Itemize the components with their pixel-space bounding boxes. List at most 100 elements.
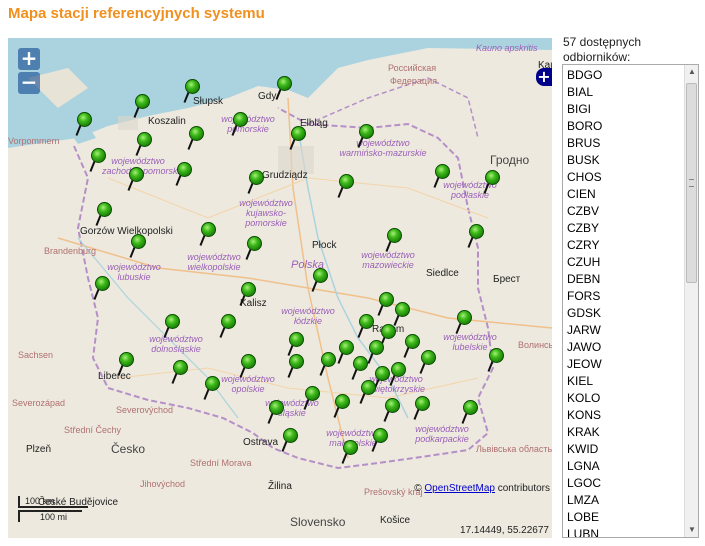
station-list-item[interactable]: CZBV (563, 203, 685, 220)
station-marker[interactable] (467, 224, 485, 248)
station-list-item[interactable]: BIGI (563, 101, 685, 118)
station-marker[interactable] (287, 332, 305, 356)
station-marker[interactable] (287, 354, 305, 378)
station-list-item[interactable]: CZBY (563, 220, 685, 237)
zoom-out-button[interactable]: − (18, 72, 40, 94)
station-marker[interactable] (367, 340, 385, 364)
station-marker[interactable] (303, 386, 321, 410)
station-marker[interactable] (289, 126, 307, 150)
station-marker[interactable] (163, 314, 181, 338)
station-marker[interactable] (461, 400, 479, 424)
station-marker[interactable] (281, 428, 299, 452)
station-marker[interactable] (203, 376, 221, 400)
station-list-item[interactable]: JEOW (563, 356, 685, 373)
station-list-item[interactable]: BRUS (563, 135, 685, 152)
station-marker[interactable] (239, 282, 257, 306)
station-marker[interactable] (171, 360, 189, 384)
station-marker[interactable] (133, 94, 151, 118)
station-marker[interactable] (341, 440, 359, 464)
osm-link[interactable]: OpenStreetMap (424, 483, 495, 494)
station-marker[interactable] (357, 314, 375, 338)
station-marker[interactable] (95, 202, 113, 226)
station-list-item[interactable]: DEBN (563, 271, 685, 288)
station-list-item[interactable]: BORO (563, 118, 685, 135)
station-marker[interactable] (419, 350, 437, 374)
station-marker[interactable] (385, 228, 403, 252)
station-marker[interactable] (93, 276, 111, 300)
station-marker[interactable] (175, 162, 193, 186)
station-list-item[interactable]: CZRY (563, 237, 685, 254)
station-marker[interactable] (393, 302, 411, 326)
station-list-item[interactable]: BIAL (563, 84, 685, 101)
station-list-item[interactable]: CHOS (563, 169, 685, 186)
station-marker[interactable] (383, 398, 401, 422)
station-marker[interactable] (245, 236, 263, 260)
list-scrollbar[interactable]: ▲ ▼ (684, 65, 698, 537)
scroll-down-arrow[interactable]: ▼ (685, 523, 698, 537)
station-list-item[interactable]: GDSK (563, 305, 685, 322)
station-marker[interactable] (487, 348, 505, 372)
station-marker[interactable] (351, 356, 369, 380)
station-marker[interactable] (433, 164, 451, 188)
station-marker[interactable] (199, 222, 217, 246)
station-marker[interactable] (275, 76, 293, 100)
marker-head-icon (97, 202, 112, 217)
station-list-item[interactable]: BDGO (563, 67, 685, 84)
station-marker[interactable] (311, 268, 329, 292)
marker-head-icon (283, 428, 298, 443)
station-list-item[interactable]: FORS (563, 288, 685, 305)
stations-listbox[interactable]: BDGO BIAL BIGI BORO BRUS BUSK CHOS CIEN CZBV CZBY… (562, 64, 699, 538)
station-marker[interactable] (319, 352, 337, 376)
station-list-item[interactable]: LMZA (563, 492, 685, 509)
station-marker[interactable] (483, 170, 501, 194)
station-marker[interactable] (135, 132, 153, 156)
station-list-item[interactable]: BUSK (563, 152, 685, 169)
marker-head-icon (313, 268, 328, 283)
station-marker[interactable] (127, 167, 145, 191)
station-marker[interactable] (129, 234, 147, 258)
station-list-item[interactable]: CIEN (563, 186, 685, 203)
station-list-item[interactable]: CZUH (563, 254, 685, 271)
station-marker[interactable] (267, 400, 285, 424)
station-marker[interactable] (337, 174, 355, 198)
station-list-item[interactable]: LUBN (563, 526, 685, 537)
station-marker[interactable] (187, 126, 205, 150)
station-marker[interactable] (75, 112, 93, 136)
station-marker[interactable] (357, 124, 375, 148)
station-marker[interactable] (117, 352, 135, 376)
station-marker[interactable] (389, 362, 407, 386)
layer-switcher-button[interactable]: + (536, 68, 552, 86)
station-marker[interactable] (403, 334, 421, 358)
station-list-item[interactable]: LGOC (563, 475, 685, 492)
station-marker[interactable] (239, 354, 257, 378)
station-marker[interactable] (359, 380, 377, 404)
zoom-in-button[interactable]: + (18, 48, 40, 70)
station-list-item[interactable]: KWID (563, 441, 685, 458)
marker-head-icon (369, 340, 384, 355)
station-marker[interactable] (455, 310, 473, 334)
station-list-item[interactable]: JARW (563, 322, 685, 339)
marker-head-icon (375, 366, 390, 381)
station-marker[interactable] (413, 396, 431, 420)
station-marker[interactable] (371, 428, 389, 452)
marker-head-icon (247, 236, 262, 251)
station-marker[interactable] (377, 292, 395, 316)
stations-map[interactable]: Российская Федерация Kauno apskritis Kau… (8, 38, 552, 538)
scroll-up-arrow[interactable]: ▲ (685, 65, 698, 79)
station-list-item[interactable]: LGNA (563, 458, 685, 475)
station-marker[interactable] (247, 170, 265, 194)
station-list-item[interactable]: KONS (563, 407, 685, 424)
station-marker[interactable] (231, 112, 249, 136)
station-list-item[interactable]: KIEL (563, 373, 685, 390)
label-severozapad: Severozápad (12, 398, 66, 408)
station-marker[interactable] (219, 314, 237, 338)
station-marker[interactable] (89, 148, 107, 172)
station-marker[interactable] (333, 394, 351, 418)
station-marker[interactable] (183, 79, 201, 103)
station-list-item[interactable]: LOBE (563, 509, 685, 526)
station-list-item[interactable]: KRAK (563, 424, 685, 441)
station-list-item[interactable]: KOLO (563, 390, 685, 407)
station-list-item[interactable]: JAWO (563, 339, 685, 356)
scroll-thumb[interactable] (686, 83, 697, 283)
station-marker[interactable] (373, 366, 391, 390)
